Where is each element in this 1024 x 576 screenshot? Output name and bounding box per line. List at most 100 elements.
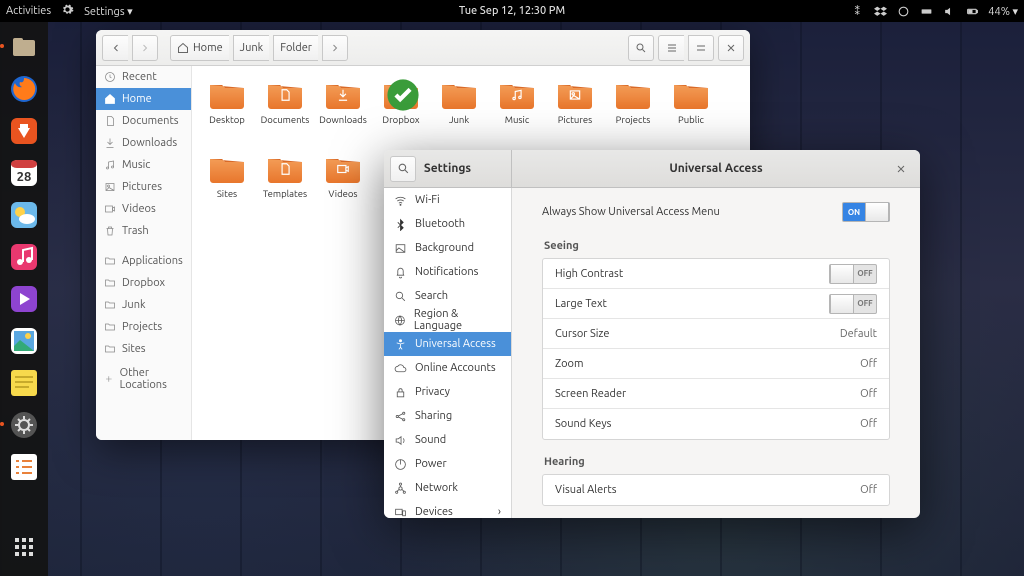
setting-row-sound-keys[interactable]: Sound KeysOff <box>543 409 889 439</box>
path-home[interactable]: Home <box>170 35 229 61</box>
dock-app-weather[interactable] <box>5 196 43 234</box>
dock-app-settings[interactable] <box>5 406 43 444</box>
setting-row-high-contrast[interactable]: High ContrastOFF <box>543 259 889 289</box>
activities-button[interactable]: Activities <box>6 5 51 17</box>
settings-cat-background[interactable]: Background <box>384 236 511 260</box>
sidebar-item-music[interactable]: Music <box>96 154 191 176</box>
search-button[interactable] <box>628 35 654 61</box>
settings-cat-bluetooth[interactable]: Bluetooth <box>384 212 511 236</box>
settings-cat-universal-access[interactable]: Universal Access <box>384 332 511 356</box>
close-button[interactable] <box>890 158 912 180</box>
settings-search-button[interactable] <box>390 156 416 182</box>
setting-row-screen-reader[interactable]: Screen ReaderOff <box>543 379 889 409</box>
path-junk[interactable]: Junk <box>233 35 270 61</box>
sidebar-item-pictures[interactable]: Pictures <box>96 176 191 198</box>
dock-app-firefox[interactable] <box>5 70 43 108</box>
folder-music[interactable]: Music <box>488 76 546 146</box>
settings-cat-sound[interactable]: Sound <box>384 428 511 452</box>
folder-junk[interactable]: Junk <box>430 76 488 146</box>
show-apps-button[interactable] <box>5 528 43 566</box>
settings-cat-label: Bluetooth <box>415 218 465 230</box>
settings-cat-label: Wi-Fi <box>415 194 440 206</box>
switch[interactable]: OFF <box>829 294 877 314</box>
folder-public[interactable]: Public <box>662 76 720 146</box>
dock-app-videos[interactable] <box>5 280 43 318</box>
sidebar-item-label: Downloads <box>122 137 177 149</box>
close-button[interactable] <box>718 35 744 61</box>
sidebar-item-downloads[interactable]: Downloads <box>96 132 191 154</box>
sidebar-item-sites[interactable]: Sites <box>96 338 191 360</box>
dock-app-notes[interactable] <box>5 364 43 402</box>
section-hearing: Hearing <box>544 456 890 468</box>
setting-row-zoom[interactable]: ZoomOff <box>543 349 889 379</box>
sidebar-item-recent[interactable]: Recent <box>96 66 191 88</box>
network-icon[interactable] <box>919 4 933 18</box>
setting-row-cursor-size[interactable]: Cursor SizeDefault <box>543 319 889 349</box>
always-show-switch[interactable]: ON <box>842 202 890 222</box>
settings-cat-network[interactable]: Network <box>384 476 511 500</box>
back-button[interactable] <box>102 35 128 61</box>
sidebar-item-label: Home <box>122 93 152 105</box>
battery-percent[interactable]: 44% ▾ <box>988 5 1018 18</box>
setting-row-large-text[interactable]: Large TextOFF <box>543 289 889 319</box>
status-icon[interactable] <box>896 4 910 18</box>
view-list-button[interactable] <box>658 35 684 61</box>
sidebar-item-label: Recent <box>122 71 157 83</box>
forward-button[interactable] <box>132 35 158 61</box>
settings-cat-power[interactable]: Power <box>384 452 511 476</box>
battery-icon[interactable] <box>965 4 979 18</box>
switch[interactable]: OFF <box>829 264 877 284</box>
folder-label: Dropbox <box>382 114 419 125</box>
dock-app-calendar[interactable]: 28 <box>5 154 43 192</box>
indicator-icon[interactable]: ⁑ <box>850 4 864 18</box>
view-menu-button[interactable] <box>688 35 714 61</box>
path-folder[interactable]: Folder <box>273 35 318 61</box>
app-menu[interactable]: Settings ▾ <box>84 5 133 18</box>
sidebar-item-projects[interactable]: Projects <box>96 316 191 338</box>
sidebar-item-dropbox[interactable]: Dropbox <box>96 272 191 294</box>
dock-app-photos[interactable] <box>5 322 43 360</box>
dock-app-music[interactable] <box>5 238 43 276</box>
sidebar-item-applications[interactable]: Applications <box>96 250 191 272</box>
settings-cat-search[interactable]: Search <box>384 284 511 308</box>
folder-desktop[interactable]: Desktop <box>198 76 256 146</box>
setting-label: Cursor Size <box>555 328 609 340</box>
folder-documents[interactable]: Documents <box>256 76 314 146</box>
folder-videos[interactable]: Videos <box>314 150 372 220</box>
folder-label: Sites <box>217 188 237 199</box>
settings-cat-privacy[interactable]: Privacy <box>384 380 511 404</box>
path-more[interactable] <box>322 35 348 61</box>
sidebar-item-documents[interactable]: Documents <box>96 110 191 132</box>
dock-app-todo[interactable] <box>5 448 43 486</box>
sidebar-item-junk[interactable]: Junk <box>96 294 191 316</box>
volume-icon[interactable] <box>942 4 956 18</box>
settings-cat-wi-fi[interactable]: Wi-Fi <box>384 188 511 212</box>
settings-cat-sharing[interactable]: Sharing <box>384 404 511 428</box>
settings-cat-label: Devices <box>415 506 453 518</box>
settings-cat-notifications[interactable]: Notifications <box>384 260 511 284</box>
dropbox-icon[interactable] <box>873 4 887 18</box>
path-home-label: Home <box>193 42 223 54</box>
sidebar-item-label: Pictures <box>122 181 162 193</box>
sidebar-item-videos[interactable]: Videos <box>96 198 191 220</box>
sidebar-item-label: Music <box>122 159 150 171</box>
settings-cat-label: Background <box>415 242 474 254</box>
dock: 28 <box>0 22 48 576</box>
clock[interactable]: Tue Sep 12, 12:30 PM <box>459 5 565 17</box>
folder-dropbox[interactable]: Dropbox <box>372 76 430 146</box>
folder-projects[interactable]: Projects <box>604 76 662 146</box>
settings-cat-devices[interactable]: Devices› <box>384 500 511 518</box>
dock-app-files[interactable] <box>5 28 43 66</box>
sidebar-item-home[interactable]: Home <box>96 88 191 110</box>
settings-cat-online-accounts[interactable]: Online Accounts <box>384 356 511 380</box>
settings-cat-region-language[interactable]: Region & Language <box>384 308 511 332</box>
settings-cat-label: Power <box>415 458 447 470</box>
sidebar-item-other-locations[interactable]: Other Locations <box>96 368 191 390</box>
folder-templates[interactable]: Templates <box>256 150 314 220</box>
sidebar-item-trash[interactable]: Trash <box>96 220 191 242</box>
setting-row-visual-alerts[interactable]: Visual AlertsOff <box>543 475 889 505</box>
dock-app-software[interactable] <box>5 112 43 150</box>
folder-downloads[interactable]: Downloads <box>314 76 372 146</box>
folder-pictures[interactable]: Pictures <box>546 76 604 146</box>
folder-sites[interactable]: Sites <box>198 150 256 220</box>
